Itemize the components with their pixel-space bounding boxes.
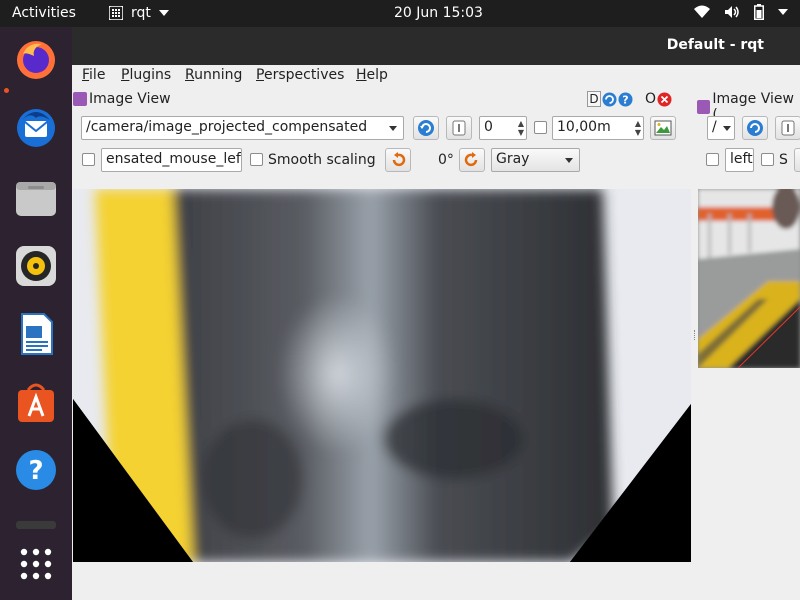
zoom-one-icon — [781, 120, 795, 136]
plugin-title-label: Image View — [89, 91, 171, 107]
image-display[interactable] — [73, 189, 691, 562]
topic-value: / — [712, 119, 717, 135]
color-scheme-value: Gray — [496, 151, 530, 167]
software-center-icon[interactable] — [14, 380, 58, 424]
menu-file[interactable]: File — [82, 67, 105, 83]
spin-value: 0 — [484, 119, 493, 135]
app-grid-icon — [109, 6, 123, 20]
max-range-value: 10,00m — [557, 119, 611, 135]
menu-running[interactable]: Running — [185, 67, 242, 83]
image-view-icon — [697, 100, 711, 114]
image-view-plugin-title: Image View — [73, 91, 171, 107]
menu-plugins[interactable]: Plugins — [121, 67, 171, 83]
activities-button[interactable]: Activities — [12, 5, 76, 21]
thunderbird-icon[interactable] — [14, 106, 58, 150]
menu-help[interactable]: Help — [356, 67, 388, 83]
system-tray[interactable] — [694, 4, 788, 20]
spin-arrows-icon: ▲ ▼ — [517, 119, 524, 137]
zoom-1-button-2[interactable] — [775, 116, 800, 140]
float-toggle-button[interactable]: O — [645, 91, 656, 107]
splitter-handle[interactable] — [694, 330, 696, 340]
publish-mouse-checkbox[interactable] — [82, 153, 95, 166]
mouse-topic-input[interactable]: ensated_mouse_left — [101, 148, 242, 172]
running-indicator — [4, 88, 9, 93]
topic-value: /camera/image_projected_compensated — [86, 119, 368, 135]
image-view-icon — [73, 92, 87, 106]
zoom-1-button[interactable] — [446, 116, 472, 140]
terminal-icon[interactable] — [14, 519, 58, 529]
chevron-down-icon — [723, 126, 731, 131]
clock[interactable]: 20 Jun 15:03 — [394, 5, 483, 21]
max-range-spinbox[interactable]: 10,00m ▲ ▼ — [552, 116, 644, 140]
gnome-top-bar: Activities rqt 20 Jun 15:03 — [0, 0, 800, 27]
app-menu-label: rqt — [131, 5, 151, 21]
menu-perspectives[interactable]: Perspectives — [256, 67, 344, 83]
save-image-button[interactable] — [650, 116, 676, 140]
refresh-icon — [418, 120, 434, 136]
show-apps-icon[interactable] — [14, 542, 58, 586]
svg-text:?: ? — [28, 456, 43, 486]
files-icon[interactable] — [14, 176, 58, 220]
topic-combobox[interactable]: /camera/image_projected_compensated — [81, 116, 404, 140]
spin-arrows-icon: ▲ ▼ — [634, 119, 641, 137]
dock: ? — [0, 27, 72, 600]
dock-toggle-button[interactable]: D — [587, 91, 601, 107]
wifi-icon — [694, 5, 710, 18]
battery-icon — [754, 4, 764, 20]
close-icon[interactable] — [657, 92, 672, 107]
chevron-down-icon — [158, 10, 169, 16]
refresh-icon — [747, 120, 763, 136]
refresh-topics-button[interactable] — [413, 116, 439, 140]
mouse-topic-input-2[interactable]: left — [725, 148, 754, 172]
camera-image — [73, 189, 691, 562]
color-scheme-combobox[interactable]: Gray — [491, 148, 580, 172]
rhythmbox-icon[interactable] — [14, 244, 58, 288]
refresh-topics-button-2[interactable] — [742, 116, 768, 140]
volume-icon — [725, 6, 739, 18]
menu-bar: File Plugins Running Perspectives Help — [72, 65, 800, 87]
help-icon[interactable]: ? — [14, 448, 58, 492]
reload-icon[interactable] — [602, 92, 617, 107]
chevron-down-icon — [389, 126, 397, 131]
smooth-scaling-checkbox[interactable] — [250, 153, 263, 166]
plugin-header-controls: D ? O — [587, 91, 672, 107]
mouse-topic-value: left — [730, 151, 753, 167]
smooth-scaling-label: S — [779, 152, 788, 168]
chevron-down-icon — [565, 158, 573, 163]
chevron-down-icon — [778, 9, 788, 15]
rotate-left-icon — [392, 152, 406, 167]
window-title: Default - rqt — [666, 37, 764, 53]
mouse-topic-value: ensated_mouse_left — [106, 151, 242, 167]
svg-text:?: ? — [622, 93, 628, 106]
rotation-label: 0° — [438, 152, 454, 168]
save-image-icon — [654, 120, 672, 136]
rotate-left-button-2[interactable] — [794, 148, 800, 172]
smooth-scaling-checkbox-2[interactable] — [761, 153, 774, 166]
publish-mouse-checkbox-2[interactable] — [706, 153, 719, 166]
window-titlebar[interactable]: Default - rqt — [72, 27, 800, 65]
topic-combobox-2[interactable]: / — [707, 116, 735, 140]
rotate-right-icon — [464, 152, 478, 167]
rotate-left-button[interactable] — [385, 148, 411, 172]
app-menu[interactable]: rqt — [109, 5, 169, 21]
libreoffice-writer-icon[interactable] — [14, 312, 58, 356]
num-gridlines-spinbox[interactable]: 0 ▲ ▼ — [479, 116, 527, 140]
image-display-2[interactable] — [698, 189, 800, 368]
help-icon[interactable]: ? — [618, 92, 633, 107]
zoom-one-icon — [452, 120, 466, 136]
camera-image-2 — [698, 189, 800, 368]
firefox-icon[interactable] — [14, 38, 58, 82]
rotate-right-button[interactable] — [459, 148, 485, 172]
smooth-scaling-label: Smooth scaling — [268, 152, 376, 168]
dynamic-range-checkbox[interactable] — [534, 121, 547, 134]
